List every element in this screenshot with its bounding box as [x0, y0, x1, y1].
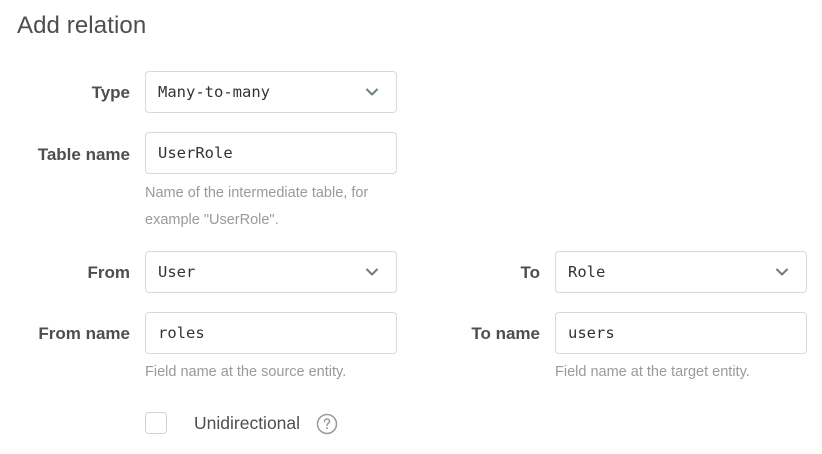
from-name-label: From name [38, 324, 130, 343]
chevron-down-icon [366, 88, 378, 96]
to-name-help: Field name at the target entity. [555, 364, 750, 380]
table-name-help-line2: example "UserRole". [145, 212, 279, 228]
from-name-help: Field name at the source entity. [145, 364, 347, 380]
from-select-value: User [158, 263, 196, 281]
to-select-value: Role [568, 263, 606, 281]
type-label: Type [91, 83, 130, 102]
to-name-label: To name [471, 324, 540, 343]
from-name-input[interactable]: roles [145, 312, 397, 354]
chevron-down-icon [776, 268, 788, 276]
from-name-value: roles [158, 324, 205, 342]
from-label: From [87, 263, 131, 282]
page-title: Add relation [17, 12, 147, 39]
table-name-help-line1: Name of the intermediate table, for [145, 185, 369, 201]
table-name-label: Table name [37, 145, 130, 164]
unidirectional-label[interactable]: Unidirectional [194, 413, 300, 434]
type-select[interactable]: Many-to-many [145, 71, 397, 113]
from-select[interactable]: User [145, 251, 397, 293]
to-name-input[interactable]: users [555, 312, 807, 354]
to-label: To [520, 263, 540, 282]
table-name-value: UserRole [158, 144, 233, 162]
type-select-value: Many-to-many [158, 83, 270, 101]
to-name-value: users [568, 324, 615, 342]
table-name-input[interactable]: UserRole [145, 132, 397, 174]
chevron-down-icon [366, 268, 378, 276]
unidirectional-checkbox[interactable] [145, 412, 167, 434]
question-circle-icon[interactable] [316, 413, 338, 435]
to-select[interactable]: Role [555, 251, 807, 293]
